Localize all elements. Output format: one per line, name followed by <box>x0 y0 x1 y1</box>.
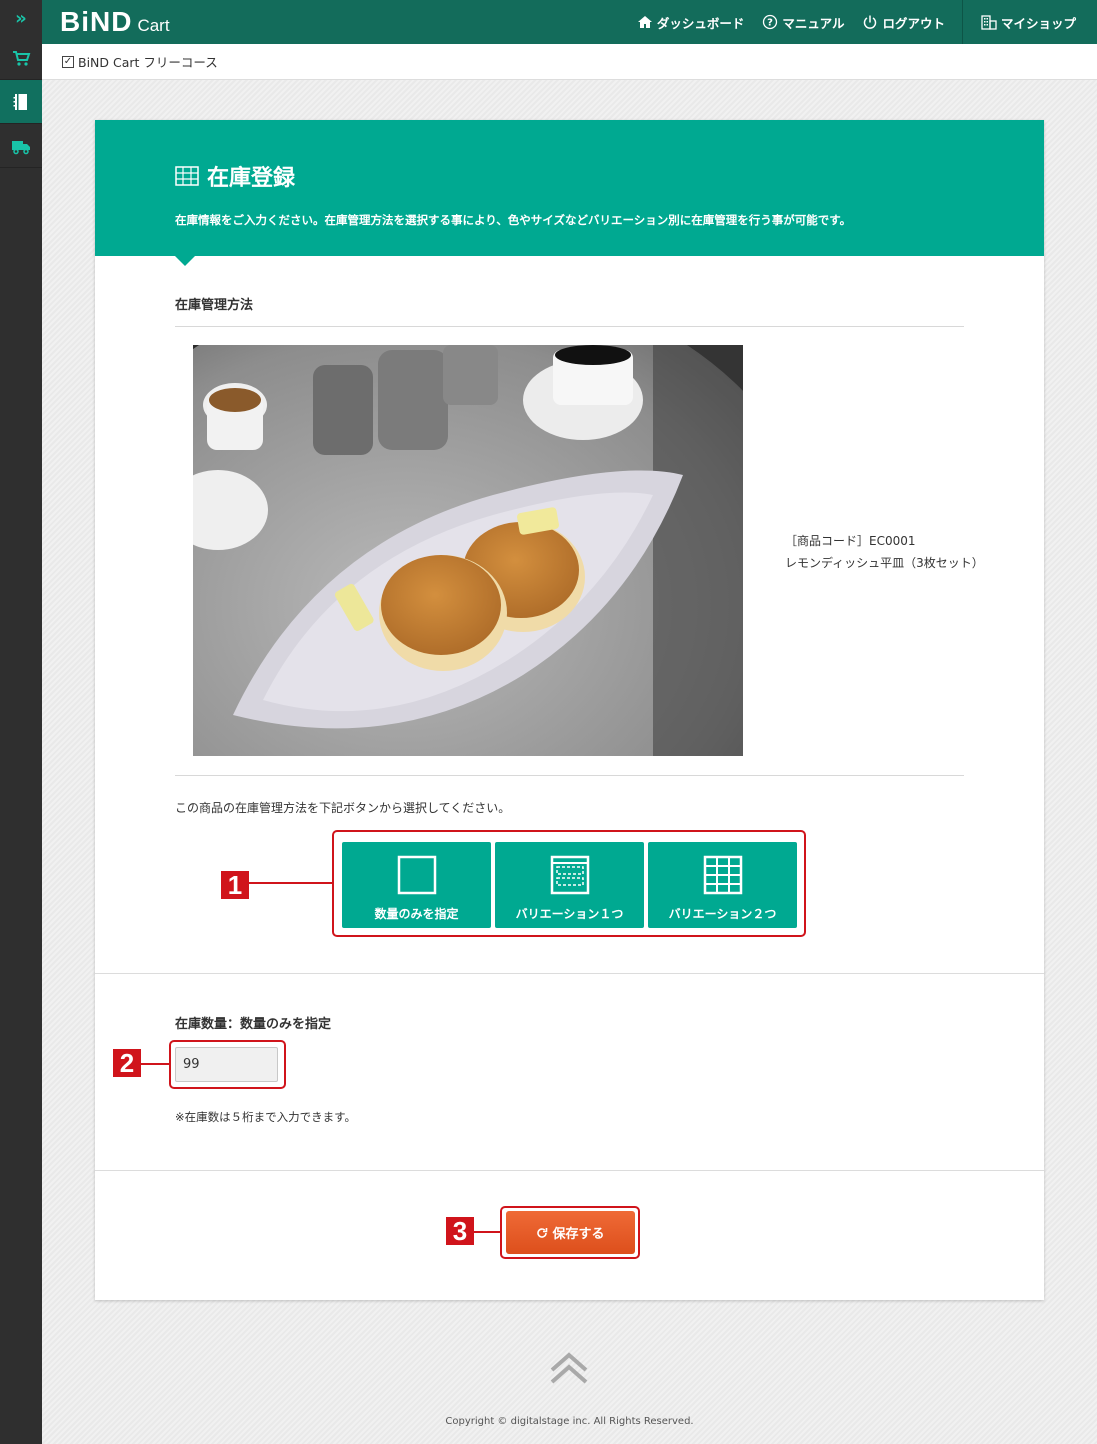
product-info: ［商品コード］EC0001 レモンディッシュ平皿（3枚セット） <box>785 530 984 574</box>
rail-item-book[interactable] <box>0 80 42 124</box>
book-icon <box>13 93 27 110</box>
side-rail: » <box>0 0 42 1444</box>
checkbox-icon: ✓ <box>62 55 74 68</box>
page-title: 在庫登録 <box>175 160 1044 192</box>
product-code: ［商品コード］EC0001 <box>785 534 916 548</box>
method-label: 在庫管理方法 <box>175 298 254 313</box>
quantity-label: 在庫数量：数量のみを指定 <box>175 1017 332 1032</box>
divider <box>175 326 964 327</box>
svg-text:?: ? <box>767 18 773 29</box>
section-divider <box>95 1170 1044 1171</box>
bind-cart-logo[interactable]: BiND Cart <box>60 6 170 38</box>
stock-registration-card: 在庫登録 在庫情報をご入力ください。在庫管理方法を選択する事により、色やサイズな… <box>95 120 1044 1300</box>
nav-manual-label: マニュアル <box>782 15 845 31</box>
page-description: 在庫情報をご入力ください。在庫管理方法を選択する事により、色やサイズなどバリエー… <box>175 213 852 227</box>
annotation-badge-2: 2 <box>113 1048 141 1078</box>
table-icon <box>175 166 199 186</box>
logo-sub: Cart <box>137 16 170 35</box>
cart-icon <box>13 50 31 66</box>
divider <box>175 775 964 776</box>
nav-myshop[interactable]: マイショップ <box>961 0 1097 44</box>
building-icon <box>981 15 997 30</box>
nav-myshop-label: マイショップ <box>1000 15 1076 31</box>
help-icon: ? <box>763 14 778 30</box>
top-header: BiND Cart ダッシュボード ? マニュアル ログアウト マイショップ <box>42 0 1097 44</box>
annotation-box-1 <box>332 830 806 937</box>
nav-dashboard[interactable]: ダッシュボード <box>637 13 745 32</box>
rail-item-cart[interactable] <box>0 36 42 80</box>
rail-item-delivery[interactable] <box>0 124 42 168</box>
annotation-line-1 <box>249 882 332 884</box>
power-icon <box>864 15 877 29</box>
method-instruction: この商品の在庫管理方法を下記ボタンから選択してください。 <box>175 801 511 815</box>
product-image <box>193 345 743 756</box>
annotation-line-3 <box>474 1231 500 1233</box>
logo-main: BiND <box>60 6 133 37</box>
header-nav: ダッシュボード ? マニュアル ログアウト マイショップ <box>619 0 1097 44</box>
card-header: 在庫登録 在庫情報をご入力ください。在庫管理方法を選択する事により、色やサイズな… <box>95 120 1044 266</box>
annotation-line-2 <box>141 1063 169 1065</box>
course-bar: ✓ BiND Cart フリーコース <box>42 44 1097 80</box>
nav-logout-label: ログアウト <box>882 15 945 31</box>
section-divider <box>95 973 1044 974</box>
annotation-badge-1: 1 <box>221 870 249 900</box>
nav-manual[interactable]: ? マニュアル <box>762 13 844 32</box>
nav-dashboard-label: ダッシュボード <box>656 15 745 31</box>
copyright: Copyright © digitalstage inc. All Rights… <box>445 1416 694 1427</box>
annotation-badge-3: 3 <box>446 1216 474 1246</box>
course-label: BiND Cart フリーコース <box>78 55 218 70</box>
truck-icon <box>12 140 30 154</box>
product-name: レモンディッシュ平皿（3枚セット） <box>785 556 984 570</box>
expand-icon[interactable]: » <box>0 0 42 36</box>
annotation-box-2 <box>169 1040 286 1089</box>
nav-logout[interactable]: ログアウト <box>862 13 945 32</box>
page-title-text: 在庫登録 <box>207 166 296 191</box>
back-to-top-icon[interactable] <box>548 1350 590 1386</box>
home-icon <box>637 16 652 28</box>
annotation-box-3 <box>500 1206 640 1259</box>
quantity-note: ※在庫数は５桁まで入力できます。 <box>175 1110 356 1124</box>
